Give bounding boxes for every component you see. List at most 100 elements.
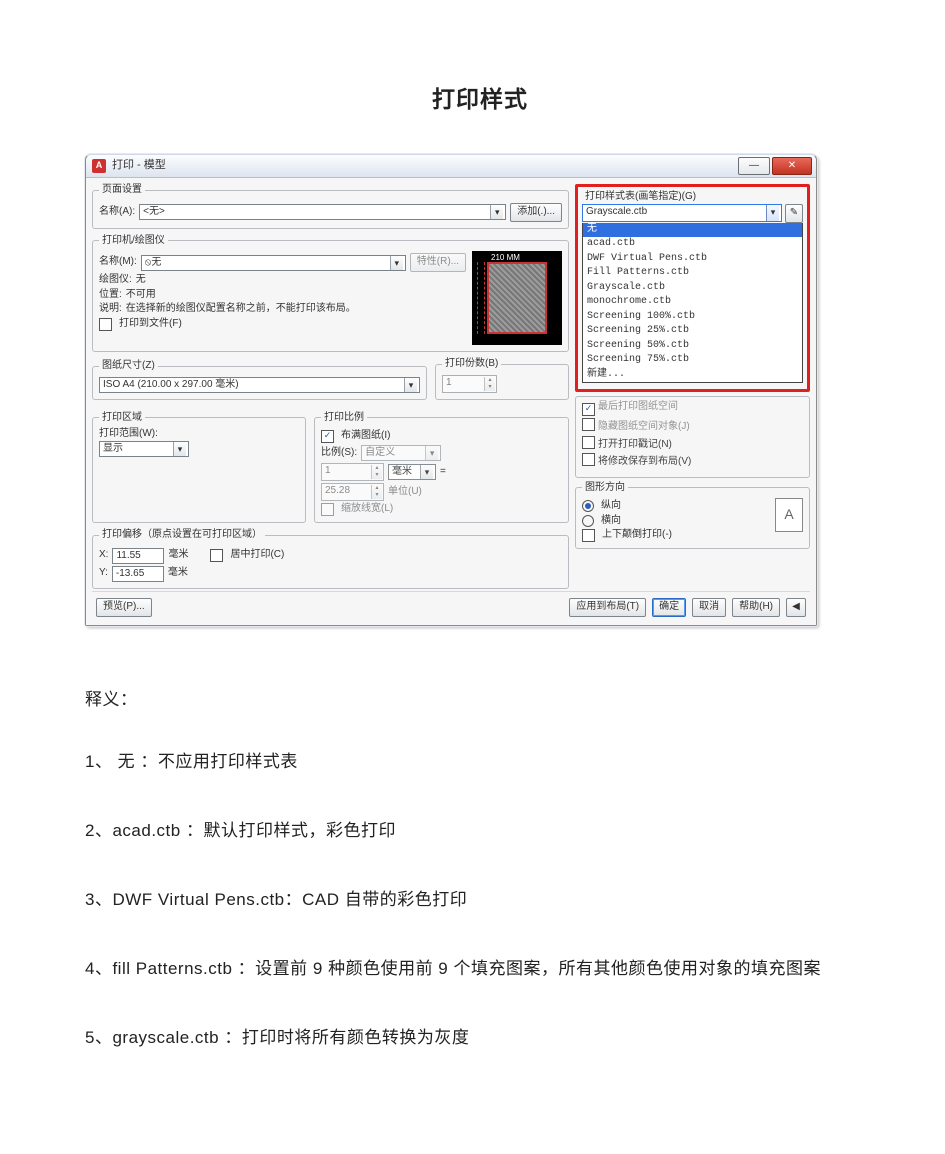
explanation-item: 2、acad.ctb ：默认打印样式，彩色打印 [85, 817, 875, 844]
offset-y-unit: 毫米 [168, 567, 188, 580]
explanation-item: 4、fill Patterns.ctb ：设置前 9 种颜色使用前 9 个填充图… [85, 955, 875, 982]
opt-paperspace-last-label: 最后打印图纸空间 [598, 401, 678, 412]
center-plot-label: 居中打印(C) [230, 549, 284, 562]
plotter-value: 无 [136, 274, 146, 287]
scale-combo[interactable]: 自定义 [361, 445, 441, 461]
printer-name-combo[interactable]: ⦸ 无 [141, 255, 406, 271]
opt-save-layout-checkbox[interactable] [582, 453, 595, 466]
paper-size-legend: 图纸尺寸(Z) [99, 360, 158, 373]
plot-to-file-checkbox[interactable] [99, 318, 112, 331]
explanation-item: 1、 无 ：不应用打印样式表 [85, 748, 875, 775]
orientation-landscape-label: 横向 [601, 515, 621, 528]
scale-unit-a-combo[interactable]: 毫米 [388, 464, 436, 480]
ctb-option[interactable]: Screening 100%.ctb [583, 310, 802, 325]
plot-style-table-dropdown[interactable]: 无 acad.ctb DWF Virtual Pens.ctb Fill Pat… [582, 223, 803, 384]
scale-denom-spinner[interactable]: 25.28 [321, 483, 384, 501]
paper-preview: 210 MM [472, 251, 562, 345]
orientation-upside-label: 上下颠倒打印(-) [602, 529, 672, 542]
help-button[interactable]: 帮助(H) [732, 598, 780, 617]
plot-scale-group: 打印比例 布满图纸(I) 比例(S): 自定义 1 毫米 = [314, 412, 569, 524]
where-label: 位置: [99, 289, 122, 302]
opt-hide-ps-objects-checkbox[interactable] [582, 418, 595, 431]
ctb-option[interactable]: acad.ctb [583, 237, 802, 252]
orientation-group: 图形方向 纵向 横向 上下颠倒打印(-) A [575, 482, 810, 550]
page-setup-legend: 页面设置 [99, 184, 145, 197]
scale-lineweights-label: 缩放线宽(L) [341, 503, 393, 516]
plot-style-table-edit-button[interactable]: ✎ [785, 204, 803, 223]
orientation-icon: A [775, 498, 803, 532]
offset-x-label: X: [99, 549, 108, 562]
orientation-upside-checkbox[interactable] [582, 529, 595, 542]
offset-y-input[interactable]: -13.65 [112, 566, 164, 582]
plot-offset-legend: 打印偏移（原点设置在可打印区域） [99, 529, 265, 542]
offset-x-input[interactable]: 11.55 [112, 548, 164, 564]
titlebar: A 打印 - 模型 — ✕ [86, 155, 816, 178]
plot-style-table-group: 打印样式表(画笔指定)(G) Grayscale.ctb ✎ 无 acad.ct… [582, 191, 803, 383]
cancel-button[interactable]: 取消 [692, 598, 726, 617]
orientation-legend: 图形方向 [582, 482, 628, 495]
orientation-portrait-label: 纵向 [601, 500, 621, 513]
scale-num-spinner[interactable]: 1 [321, 463, 384, 481]
printer-legend: 打印机/绘图仪 [99, 235, 168, 248]
plot-to-file-label: 打印到文件(F) [119, 318, 182, 331]
plot-what-label: 打印范围(W): [99, 428, 299, 441]
apply-to-layout-button[interactable]: 应用到布局(T) [569, 598, 646, 617]
orientation-landscape-radio[interactable] [582, 515, 594, 527]
minimize-button[interactable]: — [738, 157, 770, 175]
ok-button[interactable]: 确定 [652, 598, 686, 617]
ctb-option[interactable]: Fill Patterns.ctb [583, 266, 802, 281]
explanation-section: 释义： 1、 无 ：不应用打印样式表 2、acad.ctb ：默认打印样式，彩色… [85, 686, 875, 1052]
plot-scale-legend: 打印比例 [321, 412, 367, 425]
fit-to-paper-checkbox[interactable] [321, 430, 334, 443]
paper-preview-dim: 210 MM [491, 253, 520, 263]
explanation-item: 5、grayscale.ctb ：打印时将所有颜色转换为灰度 [85, 1024, 875, 1051]
plot-what-combo[interactable]: 显示 [99, 441, 189, 457]
window-title: 打印 - 模型 [112, 159, 738, 173]
desc-label: 说明: [99, 303, 122, 316]
print-dialog: A 打印 - 模型 — ✕ 页面设置 名称(A): <无> 添加(.)... [85, 154, 817, 626]
orientation-portrait-radio[interactable] [582, 500, 594, 512]
plot-style-table-combo[interactable]: Grayscale.ctb [582, 204, 782, 222]
ctb-option[interactable]: Grayscale.ctb [583, 281, 802, 296]
plot-offset-group: 打印偏移（原点设置在可打印区域） X: 11.55 毫米 居中打印(C) Y: … [92, 529, 569, 589]
ctb-option[interactable]: 新建... [583, 368, 802, 383]
page-setup-group: 页面设置 名称(A): <无> 添加(.)... [92, 184, 569, 229]
ctb-option[interactable]: 无 [583, 223, 802, 238]
page-setup-name-label: 名称(A): [99, 206, 135, 219]
explanation-item: 3、DWF Virtual Pens.ctb：CAD 自带的彩色打印 [85, 886, 875, 913]
printer-name-value: 无 [151, 256, 161, 270]
printer-name-label: 名称(M): [99, 256, 137, 269]
desc-value: 在选择新的绘图仪配置名称之前，不能打印该布局。 [126, 303, 356, 316]
offset-x-unit: 毫米 [168, 549, 188, 562]
copies-spinner[interactable]: 1 [442, 375, 497, 393]
ctb-option[interactable]: DWF Virtual Pens.ctb [583, 252, 802, 267]
page-title: 打印样式 [85, 80, 875, 114]
printer-properties-button[interactable]: 特性(R)... [410, 253, 466, 272]
opt-save-layout-label: 将修改保存到布局(V) [598, 456, 691, 467]
plot-area-group: 打印区域 打印范围(W): 显示 [92, 412, 306, 524]
where-value: 不可用 [126, 289, 156, 302]
scale-lineweights-checkbox[interactable] [321, 503, 334, 516]
preview-button[interactable]: 预览(P)... [96, 598, 152, 617]
plotter-label: 绘图仪: [99, 274, 132, 287]
ctb-option[interactable]: monochrome.ctb [583, 295, 802, 310]
paper-size-group: 图纸尺寸(Z) ISO A4 (210.00 x 297.00 毫米) [92, 360, 427, 400]
printer-group: 打印机/绘图仪 名称(M): ⦸ 无 特性(R)... 绘图仪: 无 位置: 不可用 [92, 235, 569, 353]
center-plot-checkbox[interactable] [210, 549, 223, 562]
close-button[interactable]: ✕ [772, 157, 812, 175]
paper-size-combo[interactable]: ISO A4 (210.00 x 297.00 毫米) [99, 377, 420, 393]
plot-area-legend: 打印区域 [99, 412, 145, 425]
opt-hide-ps-objects-label: 隐藏图纸空间对象(J) [598, 421, 690, 432]
ctb-option[interactable]: Screening 75%.ctb [583, 353, 802, 368]
fit-to-paper-label: 布满图纸(I) [341, 430, 390, 443]
page-setup-name-combo[interactable]: <无> [139, 204, 506, 220]
copies-group: 打印份数(B) 1 [435, 358, 569, 400]
ctb-option[interactable]: Screening 25%.ctb [583, 324, 802, 339]
opt-plot-stamp-checkbox[interactable] [582, 436, 595, 449]
opt-plot-stamp-label: 打开打印戳记(N) [598, 439, 672, 450]
ctb-option[interactable]: Screening 50%.ctb [583, 339, 802, 354]
expand-collapse-button[interactable]: ◀ [786, 598, 806, 617]
add-page-setup-button[interactable]: 添加(.)... [510, 203, 562, 222]
scale-unit-b-label: 单位(U) [388, 486, 422, 499]
opt-paperspace-last-checkbox[interactable] [582, 403, 595, 416]
